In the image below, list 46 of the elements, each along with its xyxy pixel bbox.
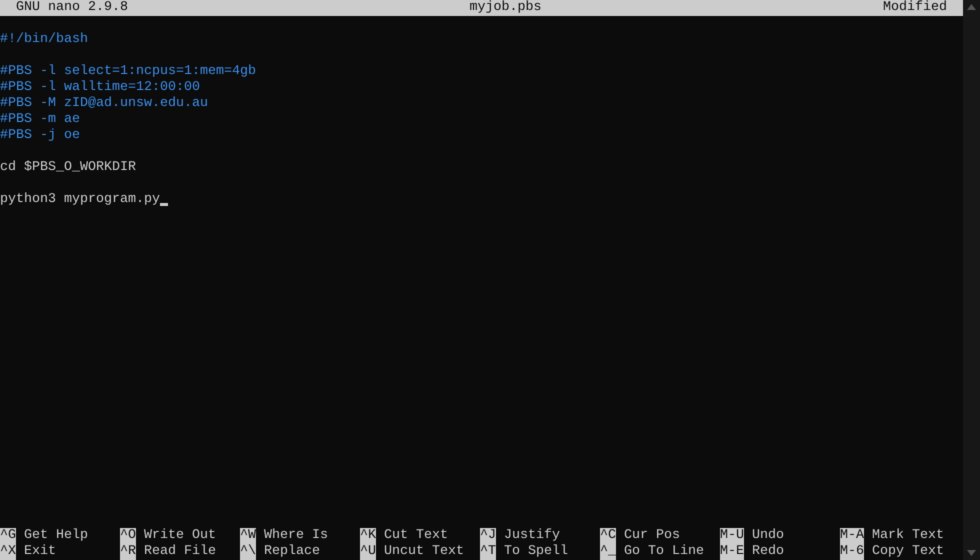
shortcut-key: ^U — [360, 544, 376, 560]
code-line: #!/bin/bash — [0, 32, 88, 48]
shortcut-label: Justify — [504, 528, 560, 544]
shortcut-label: Go To Line — [624, 544, 704, 560]
shortcut-label: Get Help — [24, 528, 88, 544]
code-line: python3 myprogram.py — [0, 192, 160, 208]
shortcut-key: ^J — [480, 528, 496, 544]
scrollbar[interactable] — [963, 0, 980, 560]
shortcut-label: Replace — [264, 544, 320, 560]
shortcut-key: ^T — [480, 544, 496, 560]
shortcut-key: ^_ — [600, 544, 616, 560]
shortcut-key: M-A — [840, 528, 864, 544]
shortcut-key: ^X — [0, 544, 16, 560]
shortcut-key: ^R — [120, 544, 136, 560]
shortcut-label: Exit — [24, 544, 56, 560]
shortcut-label: To Spell — [504, 544, 568, 560]
shortcut-label: Cur Pos — [624, 528, 680, 544]
shortcut-key: ^C — [600, 528, 616, 544]
file-status: Modified — [883, 0, 947, 16]
shortcut-label: Undo — [752, 528, 784, 544]
shortcut-key: M-E — [720, 544, 744, 560]
shortcut-label: Cut Text — [384, 528, 448, 544]
scroll-up-icon[interactable] — [967, 4, 976, 10]
code-line: #PBS -j oe — [0, 128, 80, 144]
code-line: #PBS -m ae — [0, 112, 80, 128]
shortcut-label: Uncut Text — [384, 544, 464, 560]
shortcut-key: ^O — [120, 528, 136, 544]
shortcut-key: ^\ — [240, 544, 256, 560]
shortcut-label: Where Is — [264, 528, 328, 544]
shortcut-label: Mark Text — [872, 528, 944, 544]
shortcut-key: M-U — [720, 528, 744, 544]
app-version: GNU nano 2.9.8 — [16, 0, 128, 16]
shortcut-label: Copy Text — [872, 544, 944, 560]
shortcut-label: Write Out — [144, 528, 216, 544]
code-line: cd $PBS_O_WORKDIR — [0, 160, 136, 176]
shortcut-key: ^W — [240, 528, 256, 544]
shortcut-label: Redo — [752, 544, 784, 560]
code-line: #PBS -l walltime=12:00:00 — [0, 80, 200, 96]
shortcut-key: ^G — [0, 528, 16, 544]
shortcut-key: ^K — [360, 528, 376, 544]
scroll-down-icon[interactable] — [967, 550, 976, 556]
shortcut-label: Read File — [144, 544, 216, 560]
code-line: #PBS -M zID@ad.unsw.edu.au — [0, 96, 208, 112]
file-name: myjob.pbs — [470, 0, 542, 16]
shortcut-key: M-6 — [840, 544, 864, 560]
code-line: #PBS -l select=1:ncpus=1:mem=4gb — [0, 64, 256, 80]
